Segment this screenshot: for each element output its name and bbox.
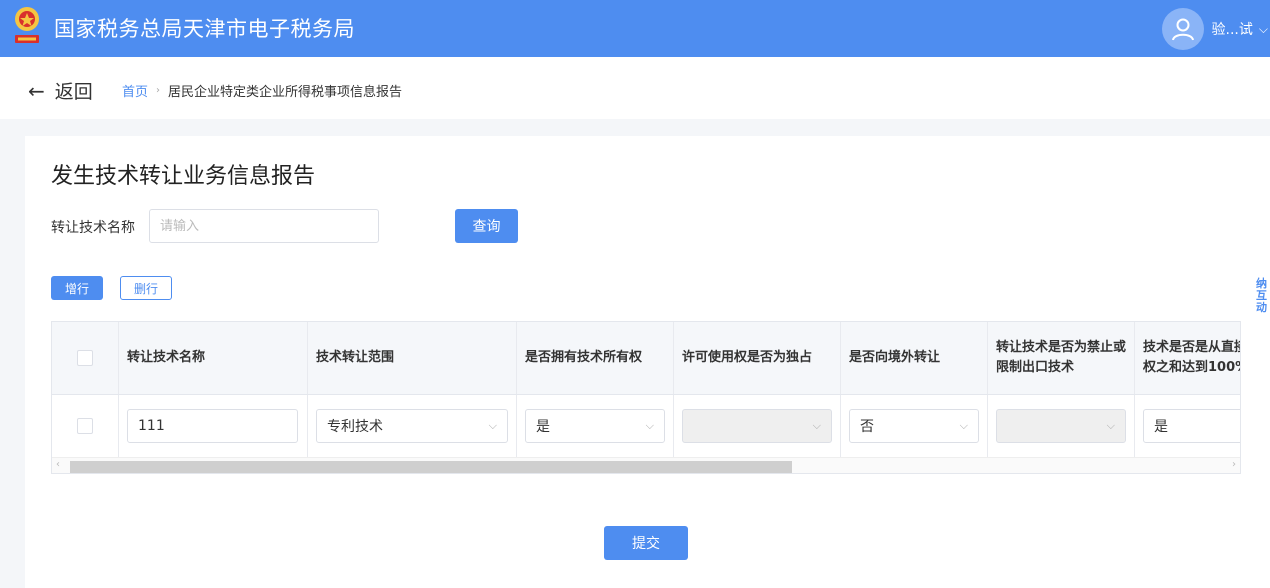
chevron-down-icon[interactable]: ⌵	[1259, 22, 1268, 37]
add-row-button[interactable]: 增行	[51, 276, 103, 300]
user-icon	[1171, 18, 1194, 41]
overseas-cell: 否 ⌵	[841, 395, 988, 457]
back-button[interactable]: ← 返回	[28, 77, 93, 104]
back-label: 返回	[54, 81, 93, 103]
app-title: 国家税务总局天津市电子税务局	[54, 17, 355, 41]
tech-transfer-table: 转让技术名称 技术转让范围 是否拥有技术所有权 许可使用权是否为独占 是否向境外…	[51, 321, 1241, 474]
ownership-select[interactable]: 是 ⌵	[525, 409, 665, 443]
scroll-left-icon[interactable]: ‹	[56, 459, 60, 470]
column-header: 技术转让范围	[308, 322, 517, 394]
row-select-cell	[52, 395, 119, 457]
horizontal-scrollbar[interactable]: ‹ ›	[52, 457, 1240, 473]
breadcrumb-bar: ← 返回 首页 › 居民企业特定类企业所得税事项信息报告	[0, 57, 1270, 119]
scroll-right-icon[interactable]: ›	[1232, 459, 1236, 470]
overseas-value: 否	[860, 419, 874, 435]
chevron-right-icon: ›	[156, 85, 161, 96]
filter-label: 转让技术名称	[51, 220, 135, 236]
chevron-down-icon: ⌵	[959, 419, 968, 432]
column-header: 是否向境外转让	[841, 322, 988, 394]
chevron-down-icon: ⌵	[488, 419, 497, 432]
related-cell: 是 ⌵	[1135, 395, 1240, 457]
row-checkbox[interactable]	[77, 418, 93, 434]
tech-name-search-input[interactable]	[149, 209, 379, 243]
column-header: 转让技术是否为禁止或限制出口技术	[988, 322, 1135, 394]
page-title: 发生技术转让业务信息报告	[51, 164, 316, 189]
breadcrumb-current: 居民企业特定类企业所得税事项信息报告	[168, 85, 403, 100]
scope-value: 专利技术	[327, 419, 383, 435]
user-menu[interactable]: 验...试 ⌵	[1161, 8, 1270, 50]
header-select-cell	[52, 322, 119, 394]
exclusive-cell: ⌵	[674, 395, 841, 457]
main-card: 发生技术转让业务信息报告 转让技术名称 查询 增行 删行 转让技术名称 技术转让…	[25, 136, 1270, 588]
submit-button[interactable]: 提交	[604, 526, 688, 560]
scope-cell: 专利技术 ⌵	[308, 395, 517, 457]
breadcrumb: 首页 › 居民企业特定类企业所得税事项信息报告	[122, 81, 402, 100]
column-header: 转让技术名称	[119, 322, 308, 394]
chevron-down-icon: ⌵	[1106, 419, 1115, 432]
breadcrumb-home[interactable]: 首页	[122, 81, 148, 100]
related-select[interactable]: 是 ⌵	[1143, 409, 1240, 443]
exclusive-select[interactable]: ⌵	[682, 409, 832, 443]
column-header: 是否拥有技术所有权	[517, 322, 674, 394]
column-header: 许可使用权是否为独占	[674, 322, 841, 394]
tech-name-input[interactable]: 111	[127, 409, 298, 443]
avatar[interactable]	[1161, 8, 1204, 50]
overseas-select[interactable]: 否 ⌵	[849, 409, 979, 443]
restricted-select[interactable]: ⌵	[996, 409, 1126, 443]
top-header: 国家税务总局天津市电子税务局 验...试 ⌵	[0, 0, 1270, 57]
user-name[interactable]: 验...试	[1212, 19, 1253, 39]
restricted-cell: ⌵	[988, 395, 1135, 457]
query-button[interactable]: 查询	[455, 209, 518, 243]
ownership-cell: 是 ⌵	[517, 395, 674, 457]
table-header: 转让技术名称 技术转让范围 是否拥有技术所有权 许可使用权是否为独占 是否向境外…	[52, 322, 1240, 395]
scrollbar-thumb[interactable]	[70, 461, 792, 473]
column-header: 技术是否是从直接或间接持有股权之和达到100%	[1135, 322, 1240, 394]
related-value: 是	[1154, 419, 1168, 435]
side-interaction-tab[interactable]: 纳互动	[1256, 278, 1270, 314]
arrow-left-icon: ←	[28, 78, 45, 103]
table-row: 111 专利技术 ⌵ 是 ⌵ ⌵ 否 ⌵ ⌵ 是	[52, 395, 1240, 457]
ownership-value: 是	[536, 419, 550, 435]
scope-select[interactable]: 专利技术 ⌵	[316, 409, 508, 443]
chevron-down-icon: ⌵	[812, 419, 821, 432]
chevron-down-icon: ⌵	[645, 419, 654, 432]
tech-name-cell: 111	[119, 395, 308, 457]
select-all-checkbox[interactable]	[77, 350, 93, 366]
delete-row-button[interactable]: 删行	[120, 276, 172, 300]
tax-emblem-icon	[15, 7, 39, 43]
